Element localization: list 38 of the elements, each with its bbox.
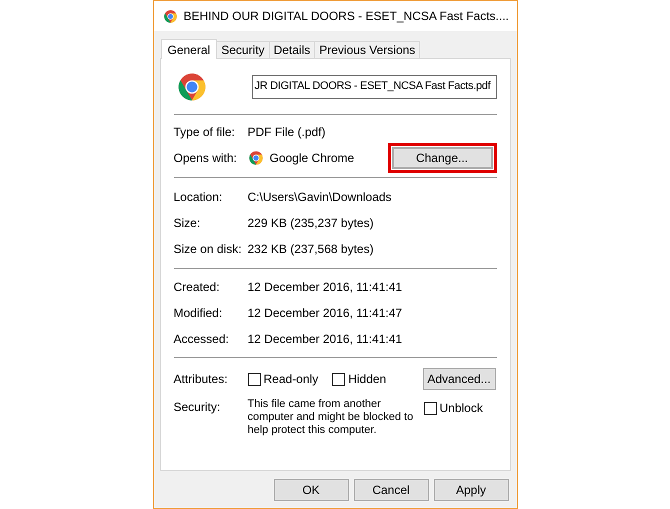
field-label: Modified: (172, 305, 224, 322)
dialog-button[interactable]: Apply (434, 479, 508, 501)
field-label: Attributes: (172, 371, 229, 388)
checkbox[interactable] (332, 372, 346, 386)
field-value: 229 KB (235,237 bytes) (248, 215, 374, 232)
change-button[interactable]: Change... (392, 147, 492, 169)
field-label: Opens with: (172, 150, 238, 167)
checkbox-label: Read-only (264, 371, 318, 388)
field-label: Created: (172, 279, 221, 296)
field-label: Security: (172, 399, 222, 416)
dialog-button[interactable]: Cancel (354, 479, 428, 501)
field-label: Size: (172, 215, 202, 232)
checkbox[interactable] (424, 402, 436, 414)
field-value: 12 December 2016, 11:41:47 (248, 305, 402, 322)
checkbox[interactable] (248, 372, 260, 386)
field-value: 232 KB (237,568 bytes) (248, 241, 374, 258)
field-value: Google Chrome (270, 150, 356, 167)
field-label: Type of file: (172, 124, 236, 141)
field-value: 12 December 2016, 11:41:41 (248, 331, 402, 348)
field-value: 12 December 2016, 11:41:41 (248, 279, 402, 296)
tab[interactable]: Security (216, 41, 270, 58)
field-label: Size on disk: (172, 241, 243, 258)
chrome-icon (162, 8, 178, 24)
dialog-button[interactable]: OK (274, 479, 348, 501)
window-title: BEHIND OUR DIGITAL DOORS - ESET_NCSA Fast Facts.... (184, 8, 509, 25)
tab[interactable]: Previous Versions (314, 41, 420, 58)
advanced-button[interactable]: Advanced... (422, 368, 496, 390)
file-name-field[interactable]: JR DIGITAL DOORS - ESET_NCSA Fast Facts.pdf (252, 74, 496, 98)
field-value: PDF File (.pdf) (248, 124, 326, 141)
security-message: This file came from another computer and might be blocked to help protect this computer. (248, 398, 414, 437)
field-label: Accessed: (172, 331, 230, 348)
checkbox-label: Unblock (440, 400, 483, 417)
chrome-icon (176, 70, 208, 102)
field-value: C:\Users\Gavin\Downloads (248, 189, 392, 206)
checkbox-label: Hidden (348, 371, 386, 388)
chrome-icon (248, 150, 264, 166)
field-label: Location: (172, 189, 224, 206)
tab[interactable]: General (160, 39, 218, 59)
